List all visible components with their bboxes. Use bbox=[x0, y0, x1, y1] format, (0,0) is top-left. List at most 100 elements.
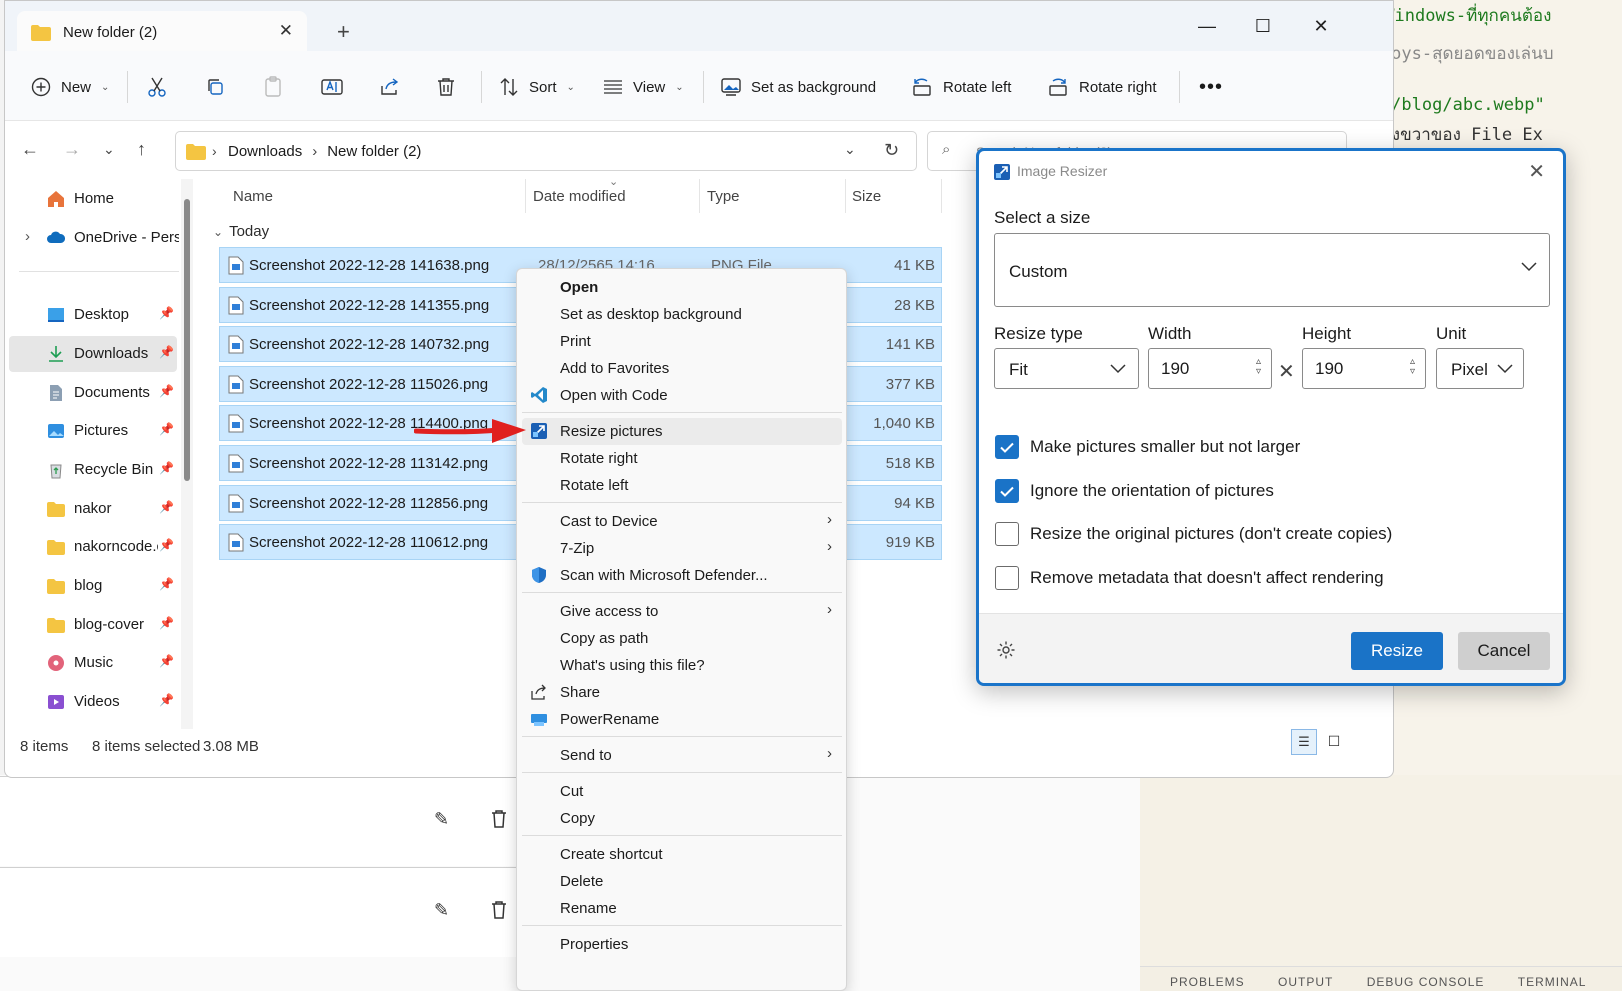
pin-icon[interactable]: 📌 bbox=[159, 500, 174, 514]
pin-icon[interactable]: 📌 bbox=[159, 654, 174, 668]
sidebar-item-nakorncode[interactable]: nakorncode.com 📌 bbox=[9, 529, 177, 565]
menu-item-rotate-right[interactable]: Rotate right bbox=[522, 445, 842, 472]
up-arrow-icon[interactable]: ↑ bbox=[137, 139, 146, 160]
column-divider[interactable] bbox=[525, 179, 526, 213]
menu-item-copy-as-path[interactable]: Copy as path bbox=[522, 625, 842, 652]
menu-item-open-with-code[interactable]: Open with Code bbox=[522, 382, 842, 409]
rotate-left-button[interactable]: Rotate left bbox=[911, 73, 1011, 101]
checkbox-unchecked[interactable] bbox=[995, 522, 1019, 546]
option-resize-original[interactable]: Resize the original pictures (don't crea… bbox=[995, 522, 1392, 546]
breadcrumb-downloads[interactable]: Downloads bbox=[228, 143, 302, 160]
menu-item-create-shortcut[interactable]: Create shortcut bbox=[522, 841, 842, 868]
pin-icon[interactable]: 📌 bbox=[159, 345, 174, 359]
pencil-icon[interactable]: ✎ bbox=[434, 809, 449, 830]
resize-type-dropdown[interactable]: Fit bbox=[994, 348, 1139, 389]
pin-icon[interactable]: 📌 bbox=[159, 461, 174, 475]
menu-item-print[interactable]: Print bbox=[522, 328, 842, 355]
menu-item-add-to-favorites[interactable]: Add to Favorites bbox=[522, 355, 842, 382]
width-input[interactable]: 190 ▵ ▿ bbox=[1148, 348, 1272, 389]
more-options-icon[interactable]: ••• bbox=[1199, 73, 1223, 101]
option-ignore-orientation[interactable]: Ignore the orientation of pictures bbox=[995, 479, 1274, 503]
refresh-icon[interactable]: ↻ bbox=[884, 140, 899, 161]
close-window-icon[interactable]: ✕ bbox=[1301, 9, 1341, 43]
option-remove-metadata[interactable]: Remove metadata that doesn't affect rend… bbox=[995, 566, 1384, 590]
menu-item-powerrename[interactable]: PowerRename bbox=[522, 706, 842, 733]
checkbox-checked[interactable] bbox=[995, 435, 1019, 459]
sidebar-item-videos[interactable]: Videos 📌 bbox=[9, 684, 177, 720]
menu-item-set-desktop-background[interactable]: Set as desktop background bbox=[522, 301, 842, 328]
pin-icon[interactable]: 📌 bbox=[159, 306, 174, 320]
pin-icon[interactable]: 📌 bbox=[159, 616, 174, 630]
sidebar-item-desktop[interactable]: Desktop 📌 bbox=[9, 297, 177, 333]
menu-item-give-access[interactable]: Give access to › bbox=[522, 598, 842, 625]
details-view-icon[interactable]: ☰ bbox=[1291, 729, 1317, 755]
column-divider[interactable] bbox=[845, 179, 846, 213]
checkbox-unchecked[interactable] bbox=[995, 566, 1019, 590]
minimize-icon[interactable]: — bbox=[1187, 9, 1227, 43]
menu-item-copy[interactable]: Copy bbox=[522, 805, 842, 832]
checkbox-checked[interactable] bbox=[995, 479, 1019, 503]
resize-button[interactable]: Resize bbox=[1351, 632, 1443, 670]
sidebar-item-recycle-bin[interactable]: Recycle Bin 📌 bbox=[9, 452, 177, 488]
menu-item-open[interactable]: Open bbox=[522, 274, 842, 301]
tab-terminal[interactable]: TERMINAL bbox=[1518, 975, 1587, 989]
paste-button[interactable] bbox=[263, 73, 283, 101]
option-make-smaller[interactable]: Make pictures smaller but not larger bbox=[995, 435, 1300, 459]
menu-item-properties[interactable]: Properties bbox=[522, 931, 842, 958]
sidebar-scrollbar[interactable] bbox=[181, 179, 193, 729]
column-divider[interactable] bbox=[941, 179, 942, 213]
new-button[interactable]: New ⌄ bbox=[31, 73, 109, 101]
trash-icon[interactable] bbox=[490, 809, 508, 832]
group-header-today[interactable]: ⌄ Today bbox=[213, 223, 269, 240]
size-preset-dropdown[interactable]: Custom bbox=[994, 233, 1550, 307]
scrollbar-thumb[interactable] bbox=[184, 199, 190, 481]
maximize-icon[interactable]: ☐ bbox=[1243, 9, 1283, 43]
trash-icon[interactable] bbox=[490, 900, 508, 923]
menu-item-whats-using[interactable]: What's using this file? bbox=[522, 652, 842, 679]
rotate-right-button[interactable]: Rotate right bbox=[1047, 73, 1157, 101]
column-header-date[interactable]: Date modified bbox=[533, 188, 626, 205]
spinner-arrows-icon[interactable]: ▵ ▿ bbox=[1256, 357, 1261, 377]
set-as-background-button[interactable]: Set as background bbox=[721, 73, 876, 101]
sidebar-item-blog[interactable]: blog 📌 bbox=[9, 568, 177, 604]
rename-button[interactable] bbox=[321, 73, 343, 101]
share-button[interactable] bbox=[379, 73, 401, 101]
tab-debug-console[interactable]: DEBUG CONSOLE bbox=[1367, 975, 1485, 989]
menu-item-7-zip[interactable]: 7-Zip › bbox=[522, 535, 842, 562]
pin-icon[interactable]: 📌 bbox=[159, 693, 174, 707]
close-tab-icon[interactable]: ✕ bbox=[279, 21, 293, 41]
sidebar-item-documents[interactable]: Documents 📌 bbox=[9, 375, 177, 411]
column-header-name[interactable]: Name bbox=[233, 188, 273, 205]
forward-arrow-icon[interactable]: → bbox=[63, 139, 81, 160]
recent-chevron-icon[interactable]: ⌄ bbox=[103, 141, 115, 158]
sidebar-item-music[interactable]: Music 📌 bbox=[9, 645, 177, 681]
delete-button[interactable] bbox=[437, 73, 455, 101]
breadcrumb-current[interactable]: New folder (2) bbox=[327, 143, 421, 160]
sidebar-item-downloads[interactable]: Downloads 📌 bbox=[9, 336, 177, 372]
sidebar-item-home[interactable]: Home bbox=[9, 181, 177, 217]
explorer-tab[interactable]: New folder (2) ✕ bbox=[17, 11, 307, 51]
new-tab-icon[interactable]: + bbox=[337, 19, 350, 45]
pin-icon[interactable]: 📌 bbox=[159, 538, 174, 552]
sidebar-item-onedrive[interactable]: › OneDrive - Personal bbox=[9, 220, 179, 256]
address-bar[interactable]: › Downloads › New folder (2) ⌄ ↻ bbox=[175, 131, 917, 171]
cancel-button[interactable]: Cancel bbox=[1458, 632, 1550, 670]
menu-item-send-to[interactable]: Send to › bbox=[522, 742, 842, 769]
sidebar-item-nakor[interactable]: nakor 📌 bbox=[9, 491, 177, 527]
address-dropdown-icon[interactable]: ⌄ bbox=[844, 141, 856, 158]
copy-button[interactable] bbox=[205, 73, 225, 101]
pencil-icon[interactable]: ✎ bbox=[434, 900, 449, 921]
spinner-arrows-icon[interactable]: ▵ ▿ bbox=[1410, 357, 1415, 377]
pin-icon[interactable]: 📌 bbox=[159, 384, 174, 398]
column-divider[interactable] bbox=[699, 179, 700, 213]
close-icon[interactable]: ✕ bbox=[1528, 159, 1545, 184]
cut-button[interactable] bbox=[147, 73, 167, 101]
view-button[interactable]: View ⌄ bbox=[603, 73, 684, 101]
menu-item-cast-to-device[interactable]: Cast to Device › bbox=[522, 508, 842, 535]
column-header-size[interactable]: Size bbox=[852, 188, 881, 205]
menu-item-share[interactable]: Share bbox=[522, 679, 842, 706]
tab-output[interactable]: OUTPUT bbox=[1278, 975, 1333, 989]
menu-item-delete[interactable]: Delete bbox=[522, 868, 842, 895]
sort-button[interactable]: Sort ⌄ bbox=[499, 73, 575, 101]
sidebar-item-blog-cover[interactable]: blog-cover 📌 bbox=[9, 607, 177, 643]
